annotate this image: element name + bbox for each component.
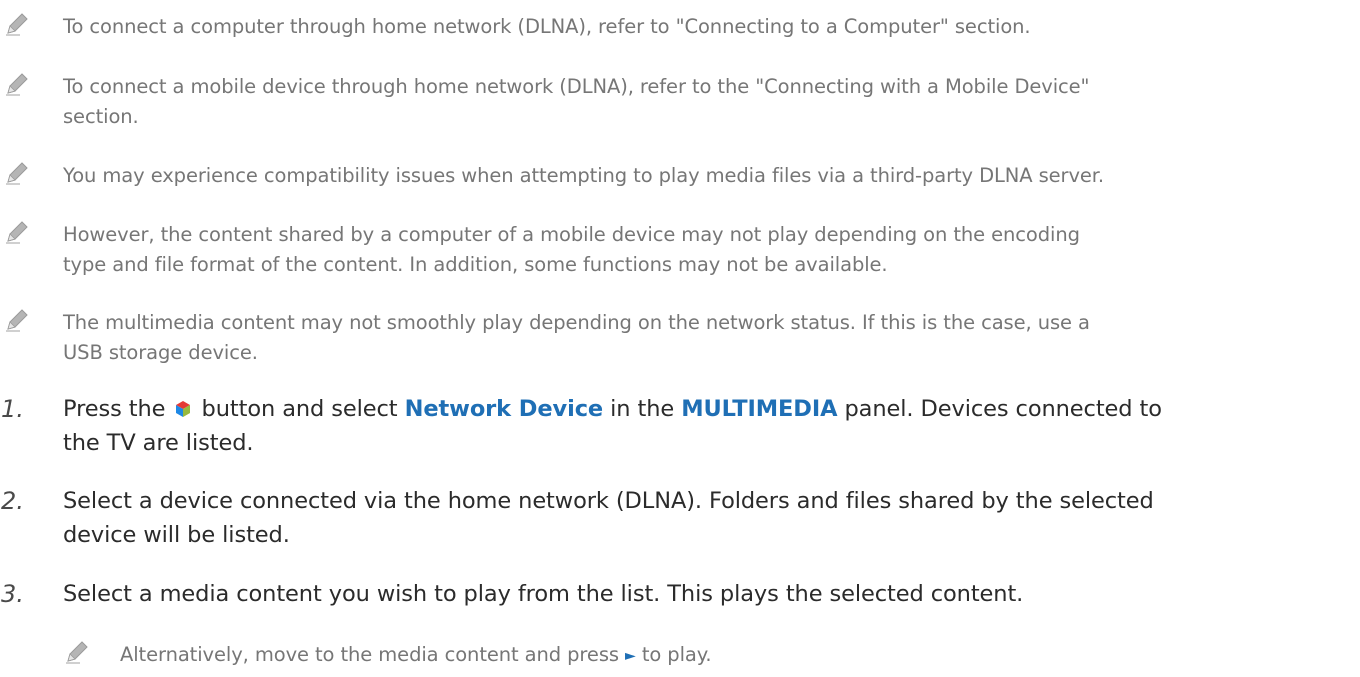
note-line: USB storage device. — [63, 341, 258, 364]
pencil-icon — [6, 221, 28, 244]
note-text: The multimedia content may not smoothly … — [63, 308, 1353, 368]
note-line: The multimedia content may not smoothly … — [63, 311, 1090, 334]
play-icon: ► — [625, 648, 636, 664]
step-text-segment: button and select — [201, 396, 398, 422]
pencil-icon — [6, 309, 28, 332]
note-text: To connect a computer through home netwo… — [63, 15, 1031, 38]
note-line: However, the content shared by a compute… — [63, 223, 1080, 246]
note-line: section. — [63, 105, 139, 128]
note-text: Alternatively, move to the media content… — [120, 640, 1350, 671]
step-line: Select a device connected via the home n… — [63, 488, 1154, 514]
step-text: Select a device connected via the home n… — [63, 484, 1353, 552]
pencil-icon — [6, 13, 28, 36]
step-text-segment: in the — [610, 396, 675, 422]
step-text-segment: panel. Devices connected to — [844, 396, 1163, 422]
step-line: device will be listed. — [63, 522, 290, 548]
subnote-text-segment: to play. — [641, 643, 712, 666]
pencil-icon — [6, 162, 28, 185]
note-line: To connect a mobile device through home … — [63, 75, 1090, 98]
network-device-label: Network Device — [404, 396, 604, 422]
step-number: 3. — [1, 580, 24, 608]
multimedia-label: MULTIMEDIA — [681, 396, 838, 422]
step-line: Press the button and select Network Devi… — [63, 392, 1353, 426]
step-text-segment: Press the — [63, 396, 166, 422]
pencil-icon — [66, 641, 88, 664]
step-text: Press the button and select Network Devi… — [63, 392, 1353, 460]
step-line: the TV are listed. — [63, 430, 254, 456]
note-text: However, the content shared by a compute… — [63, 220, 1353, 280]
note-text: You may experience compatibility issues … — [63, 164, 1105, 187]
subnote-text-segment: Alternatively, move to the media content… — [120, 643, 619, 666]
step-number: 1. — [1, 395, 24, 423]
step-number: 2. — [1, 487, 24, 515]
note-text: To connect a mobile device through home … — [63, 72, 1353, 132]
step-text: Select a media content you wish to play … — [63, 581, 1024, 607]
smart-hub-icon — [176, 401, 191, 417]
note-line: type and file format of the content. In … — [63, 253, 888, 276]
pencil-icon — [6, 73, 28, 96]
